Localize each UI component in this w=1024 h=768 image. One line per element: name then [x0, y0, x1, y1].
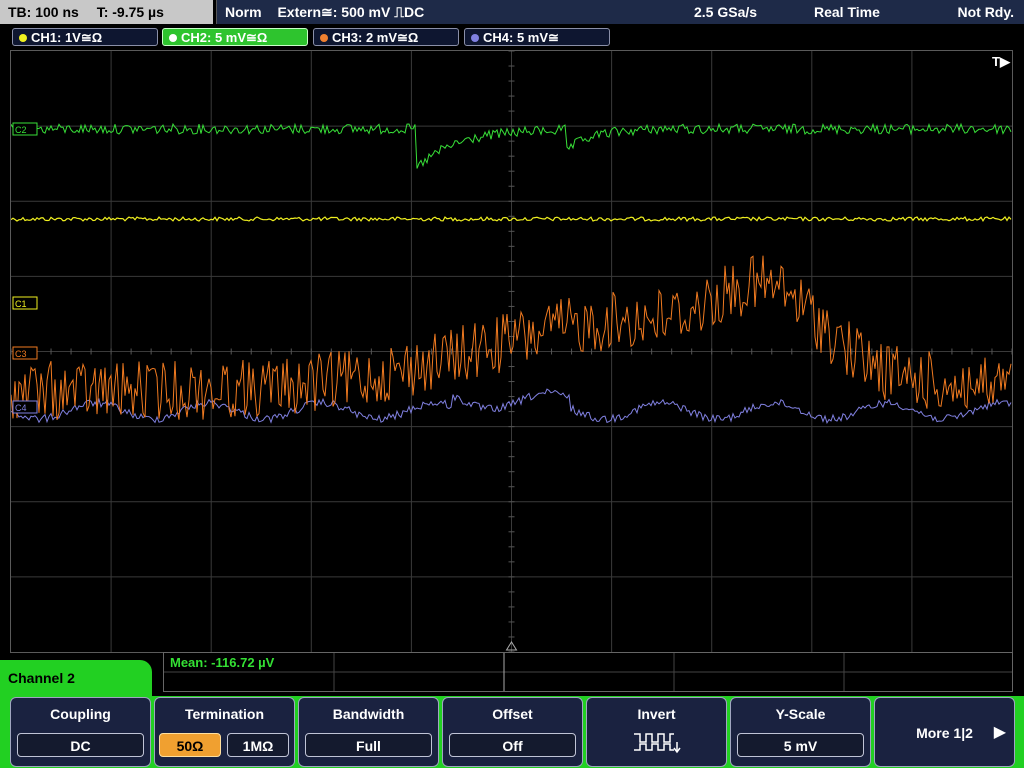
measurement-grid: [164, 653, 1012, 691]
waveform-svg: C2 C1 C3 C4: [11, 51, 1012, 652]
trigger-box[interactable]: Norm Extern≅: 500 mV ⎍DC: [216, 0, 686, 24]
trigger-source-label: Extern≅: 500 mV ⎍DC: [277, 4, 425, 20]
measurement-panel[interactable]: [163, 652, 1013, 692]
ch2-dot-icon: [169, 33, 177, 42]
invert-title: Invert: [637, 706, 676, 722]
offset-title: Offset: [492, 706, 533, 722]
menu-title: Channel 2: [0, 660, 152, 696]
trigger-offset-label: T: -9.75 µs: [96, 4, 164, 20]
tab-ch2[interactable]: CH2: 5 mV≅Ω: [162, 28, 308, 46]
tab-ch4-label: CH4: 5 mV≅: [483, 30, 559, 45]
acq-mode-label: Real Time: [814, 4, 880, 20]
bandwidth-title: Bandwidth: [332, 706, 405, 722]
tab-ch4[interactable]: CH4: 5 mV≅: [464, 28, 610, 46]
ch3-dot-icon: [320, 33, 328, 42]
acquisition-box[interactable]: 2.5 GSa/s Real Time Not Rdy.: [686, 0, 1024, 24]
tab-ch3[interactable]: CH3: 2 mV≅Ω: [313, 28, 459, 46]
bandwidth-softkey[interactable]: Bandwidth Full: [298, 697, 439, 767]
trigger-mode-label: Norm: [225, 4, 262, 20]
termination-1m-option[interactable]: 1MΩ: [227, 733, 289, 757]
coupling-title: Coupling: [50, 706, 111, 722]
tab-ch1[interactable]: CH1: 1V≅Ω: [12, 28, 158, 46]
waveform-display[interactable]: C2 C1 C3 C4: [10, 50, 1013, 653]
timebase-label: TB: 100 ns: [8, 4, 79, 20]
invert-softkey[interactable]: Invert: [586, 697, 727, 767]
trigger-position-marker: T▶: [992, 54, 1010, 69]
yscale-value[interactable]: 5 mV: [737, 733, 864, 757]
sample-rate-label: 2.5 GSa/s: [694, 4, 758, 20]
offset-value[interactable]: Off: [449, 733, 576, 757]
arrow-right-icon: ▶: [993, 724, 1006, 741]
ch1-dot-icon: [19, 33, 27, 42]
ch4-dot-icon: [471, 33, 479, 42]
yscale-softkey[interactable]: Y-Scale 5 mV: [730, 697, 871, 767]
tab-ch3-label: CH3: 2 mV≅Ω: [332, 30, 419, 45]
acq-state-label: Not Rdy.: [957, 4, 1014, 20]
termination-title: Termination: [184, 706, 265, 722]
tab-ch1-label: CH1: 1V≅Ω: [31, 30, 103, 45]
channel-marker-label: C1: [15, 299, 27, 309]
termination-50-option[interactable]: 50Ω: [159, 733, 221, 757]
channel-marker-label: C2: [15, 125, 27, 135]
invert-waveform-icon: [634, 733, 681, 754]
coupling-softkey[interactable]: Coupling DC: [10, 697, 151, 767]
more-softkey[interactable]: More 1|2 ▶: [874, 697, 1015, 767]
channel-marker-label: C3: [15, 349, 27, 359]
bandwidth-value[interactable]: Full: [305, 733, 432, 757]
channel-marker-label: C4: [15, 403, 27, 413]
yscale-title: Y-Scale: [775, 706, 826, 722]
termination-softkey[interactable]: Termination 50Ω 1MΩ: [154, 697, 295, 767]
timebase-box[interactable]: TB: 100 ns T: -9.75 µs: [0, 0, 213, 24]
mean-measurement: Mean: -116.72 µV: [170, 655, 275, 670]
coupling-value[interactable]: DC: [17, 733, 144, 757]
tab-ch2-label: CH2: 5 mV≅Ω: [181, 30, 268, 45]
offset-softkey[interactable]: Offset Off: [442, 697, 583, 767]
